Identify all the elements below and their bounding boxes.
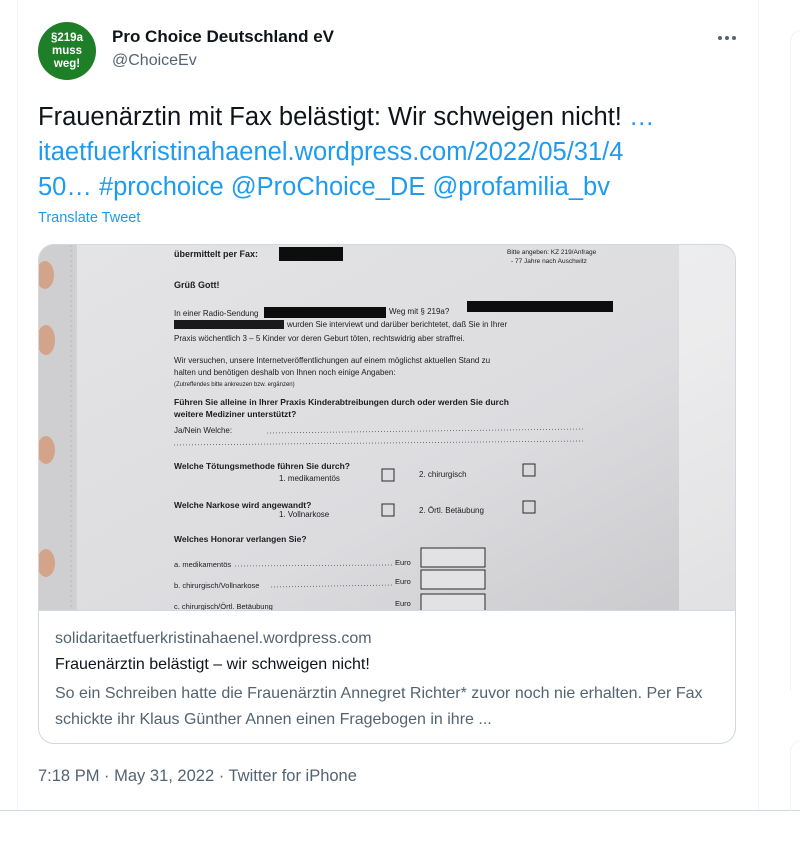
card-domain: solidaritaetfuerkristinahaenel.wordpress… bbox=[55, 630, 372, 647]
fax-text: Wir versuchen, unsere Internetveröffentl… bbox=[174, 356, 490, 365]
fax-option: 2. Örtl. Betäubung bbox=[419, 506, 484, 515]
fax-question: Welche Narkose wird angewandt? bbox=[174, 500, 311, 510]
tweet-link-hashtags-mentions[interactable]: 50… #prochoice @ProChoice_DE @profamilia… bbox=[38, 170, 738, 205]
avatar-text-line: weg! bbox=[53, 57, 81, 70]
fax-photo: übermittelt per Fax: Bitte angeben: KZ 2… bbox=[39, 245, 735, 610]
avatar[interactable]: §219a muss weg! bbox=[38, 22, 96, 80]
tweet-text-line: Frauenärztin mit Fax belästigt: Wir schw… bbox=[38, 103, 629, 131]
fax-ref-line: - 77 Jahre nach Auschwitz bbox=[511, 258, 587, 265]
card-text-block[interactable]: solidaritaetfuerkristinahaenel.wordpress… bbox=[39, 610, 735, 743]
sidebar-card-edge bbox=[790, 740, 800, 811]
fee-box bbox=[420, 547, 486, 568]
author-handle[interactable]: @ChoiceEv bbox=[112, 52, 197, 70]
card-description: So ein Schreiben hatte die Frauenärztin … bbox=[55, 685, 703, 728]
translate-tweet-link[interactable]: Translate Tweet bbox=[38, 210, 140, 226]
tweet-link[interactable]: itaetfuerkristinahaenel.wordpress.com/20… bbox=[38, 135, 738, 170]
fax-question: Führen Sie alleine in Ihrer Praxis Kinde… bbox=[174, 397, 509, 407]
tweet-bottom-divider bbox=[0, 810, 800, 811]
tweet-text: Frauenärztin mit Fax belästigt: Wir schw… bbox=[38, 100, 738, 205]
fax-text: Ja/Nein Welche: bbox=[174, 426, 232, 435]
card-title: Frauenärztin belästigt – wir schweigen n… bbox=[55, 656, 370, 673]
fax-question: Welches Honorar verlangen Sie? bbox=[174, 534, 307, 544]
meta-separator: · bbox=[104, 767, 110, 785]
fax-option: 2. chirurgisch bbox=[419, 470, 467, 479]
fax-text: halten und benötigen deshalb von Ihnen n… bbox=[174, 368, 396, 377]
more-options-icon[interactable] bbox=[712, 26, 742, 50]
fee-box bbox=[420, 569, 486, 590]
fax-ref-line: Bitte angeben: KZ 219/Anfrage bbox=[507, 249, 597, 256]
fax-question: weitere Mediziner unterstützt? bbox=[173, 409, 296, 419]
fax-header-label: übermittelt per Fax: bbox=[174, 249, 258, 259]
meta-separator: · bbox=[218, 767, 225, 785]
tweet-source: Twitter for iPhone bbox=[228, 767, 357, 785]
tweet-date[interactable]: May 31, 2022 bbox=[114, 767, 214, 785]
fax-fee: c. chirurgisch/Örtl. Betäubung bbox=[174, 602, 273, 610]
avatar-text-line: muss bbox=[51, 44, 83, 57]
fax-fee: a. medikamentös bbox=[174, 560, 231, 569]
timeline-right-border bbox=[758, 0, 759, 810]
tweet-metadata: 7:18 PM · May 31, 2022 · Twitter for iPh… bbox=[38, 767, 357, 786]
fax-option: 1. Vollnarkose bbox=[279, 510, 330, 519]
tweet-time[interactable]: 7:18 PM bbox=[38, 767, 99, 785]
timeline-left-border bbox=[17, 0, 18, 810]
fax-currency: Euro bbox=[395, 558, 411, 567]
fax-text: In einer Radio-Sendung bbox=[174, 309, 259, 318]
fax-currency: Euro bbox=[395, 599, 411, 608]
link-preview-card[interactable]: übermittelt per Fax: Bitte angeben: KZ 2… bbox=[38, 244, 736, 744]
fax-text: Praxis wöchentlich 3 – 5 Kinder vor dere… bbox=[174, 334, 465, 343]
fax-question: Welche Tötungsmethode führen Sie durch? bbox=[174, 461, 350, 471]
tweet-link-ellipsis[interactable]: … bbox=[629, 103, 655, 131]
avatar-text-line: §219a bbox=[51, 31, 83, 44]
fax-text: Weg mit § 219a? bbox=[389, 307, 450, 316]
fax-text: (Zutreffendes bitte ankreuzen bzw. ergän… bbox=[174, 382, 295, 388]
fax-currency: Euro bbox=[395, 577, 411, 586]
fax-text: wurden Sie interviewt und darüber berich… bbox=[286, 320, 507, 329]
fax-option: 1. medikamentös bbox=[279, 474, 340, 483]
sidebar-card-edge bbox=[790, 30, 800, 691]
fax-greeting: Grüß Gott! bbox=[174, 280, 220, 290]
fee-box bbox=[420, 593, 486, 610]
author-name[interactable]: Pro Choice Deutschland eV bbox=[112, 27, 334, 47]
fax-fee: b. chirurgisch/Vollnarkose bbox=[174, 581, 259, 590]
